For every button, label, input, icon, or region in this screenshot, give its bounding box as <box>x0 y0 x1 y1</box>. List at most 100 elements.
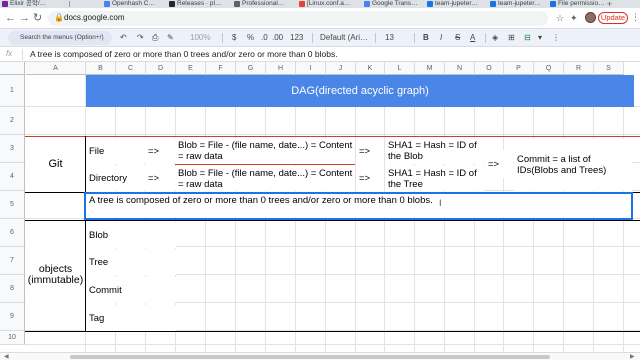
tag-cell[interactable]: Tag <box>86 305 176 331</box>
chevron-down-icon[interactable]: ▾ <box>538 32 542 44</box>
zoom-select[interactable]: 100% <box>190 32 210 44</box>
url-field[interactable]: 🔒 docs.google.com <box>48 11 548 26</box>
italic-button[interactable]: I <box>440 32 442 44</box>
browser-tab[interactable]: team-jupeter… <box>425 0 483 8</box>
search-menus-input[interactable]: Search the menus (Option+/) <box>8 31 112 45</box>
column-header[interactable]: E <box>176 62 206 75</box>
select-all-corner[interactable] <box>0 62 25 75</box>
column-header[interactable]: R <box>564 62 594 75</box>
column-header[interactable]: D <box>146 62 176 75</box>
row-header[interactable]: 5 <box>0 191 25 219</box>
back-icon[interactable]: ← <box>5 12 16 24</box>
blob-definition-cell[interactable]: Blob = File - (file name, date...) = Con… <box>175 166 355 191</box>
section-border <box>25 331 640 332</box>
row-header[interactable]: 10 <box>0 331 25 345</box>
browser-tab[interactable]: Google Trans… <box>362 0 420 8</box>
redo-icon[interactable]: ↷ <box>137 32 144 44</box>
font-size-select[interactable]: 13 <box>385 32 394 44</box>
forward-icon[interactable]: → <box>19 12 30 24</box>
undo-icon[interactable]: ↶ <box>120 32 127 44</box>
sha-blob-cell[interactable]: SHA1 = Hash = ID of the Blob <box>385 138 484 164</box>
row-header[interactable]: 8 <box>0 275 25 303</box>
tree-cell[interactable]: Tree <box>86 249 176 275</box>
fx-icon: fx <box>6 49 13 58</box>
column-header[interactable]: L <box>385 62 415 75</box>
arrow-cell[interactable]: => <box>356 166 384 191</box>
git-label-cell[interactable]: Git <box>26 137 85 191</box>
browser-tab[interactable]: Elixir 공학/… <box>0 0 68 8</box>
browser-tab[interactable]: [Linux.conf.a… <box>297 0 355 8</box>
spreadsheet-grid[interactable]: ABCDEFGHIJKLMNOPQRS 1 2 3 4 5 6 7 8 9 10 DAG(dire… <box>0 62 640 352</box>
tab-label: team-jupeter… <box>498 0 541 7</box>
currency-format-button[interactable]: $ <box>232 32 236 44</box>
column-header[interactable]: C <box>116 62 146 75</box>
extensions-icon[interactable]: ✦ <box>570 13 578 23</box>
scroll-thumb[interactable] <box>70 355 550 359</box>
commit-cell[interactable]: Commit <box>86 277 176 303</box>
directory-cell[interactable]: Directory <box>86 166 144 191</box>
horizontal-scrollbar[interactable]: ◀ ▶ <box>0 352 640 360</box>
file-cell[interactable]: File <box>86 138 144 164</box>
blob-definition-cell[interactable]: Blob = File - (file name, date...) = Con… <box>175 138 355 164</box>
column-header[interactable]: Q <box>534 62 564 75</box>
merge-cells-icon[interactable]: ⊟ <box>524 32 531 44</box>
percent-format-button[interactable]: % <box>247 32 254 44</box>
strikethrough-button[interactable]: S <box>455 32 460 44</box>
sha-tree-cell[interactable]: SHA1 = Hash = ID of the Tree <box>385 166 484 191</box>
text-color-button[interactable]: A <box>470 32 475 44</box>
bold-button[interactable]: B <box>423 32 429 44</box>
browser-tab[interactable]: Professional… <box>232 0 290 8</box>
column-header[interactable]: B <box>86 62 116 75</box>
column-header[interactable]: H <box>266 62 296 75</box>
column-header[interactable]: G <box>236 62 266 75</box>
fill-color-icon[interactable]: ◈ <box>492 32 498 44</box>
column-header[interactable]: M <box>415 62 445 75</box>
objects-label-cell[interactable]: objects (immutable) <box>26 221 85 329</box>
row-header[interactable]: 2 <box>0 107 25 135</box>
column-header[interactable]: I <box>296 62 326 75</box>
column-header[interactable]: O <box>475 62 504 75</box>
column-header[interactable]: N <box>445 62 475 75</box>
row-header[interactable]: 7 <box>0 247 25 275</box>
update-button[interactable]: Update <box>598 12 628 24</box>
arrow-cell[interactable]: => <box>145 166 174 191</box>
arrow-cell[interactable]: => <box>145 138 174 164</box>
row-header[interactable]: 6 <box>0 219 25 247</box>
row-header[interactable]: 4 <box>0 163 25 191</box>
column-header[interactable]: P <box>504 62 534 75</box>
reload-icon[interactable]: ↻ <box>33 12 42 24</box>
browser-tab[interactable]: File permissio… <box>548 0 606 8</box>
column-header[interactable]: F <box>206 62 236 75</box>
commit-definition-cell[interactable]: Commit = a list of IDs(Blobs and Trees) <box>514 139 632 191</box>
decrease-decimal-button[interactable]: .0 <box>261 32 268 44</box>
scroll-left-icon[interactable]: ◀ <box>4 353 9 360</box>
print-icon[interactable]: ⎙ <box>152 32 158 44</box>
row-header[interactable]: 9 <box>0 303 25 331</box>
browser-tab[interactable]: Releases · pl… <box>167 0 225 8</box>
row-header[interactable]: 3 <box>0 135 25 163</box>
column-header[interactable]: K <box>356 62 385 75</box>
scroll-right-icon[interactable]: ▶ <box>630 353 635 360</box>
browser-tab[interactable]: Openhash C… <box>102 0 160 8</box>
avatar[interactable] <box>585 12 596 23</box>
title-cell[interactable]: DAG(directed acyclic graph) <box>86 75 634 107</box>
blob-cell[interactable]: Blob <box>86 222 176 248</box>
increase-decimal-button[interactable]: .00 <box>272 32 283 44</box>
arrow-cell[interactable]: => <box>485 150 513 178</box>
more-options-icon[interactable]: ⋮ <box>552 32 560 44</box>
browser-menu-icon[interactable]: ⋮ <box>631 12 640 23</box>
font-family-select[interactable]: Default (Ari… <box>320 32 375 44</box>
column-header[interactable]: J <box>326 62 356 75</box>
column-header[interactable]: S <box>594 62 624 75</box>
browser-tab[interactable]: team-jupeter… <box>488 0 546 8</box>
grid-line <box>25 344 640 345</box>
number-format-select[interactable]: 123 <box>290 32 303 44</box>
formula-input[interactable]: A tree is composed of zero or more than … <box>30 49 338 59</box>
star-icon[interactable]: ☆ <box>556 13 564 23</box>
borders-icon[interactable]: ⊞ <box>508 32 515 44</box>
paint-format-icon[interactable]: ✎ <box>167 32 174 44</box>
new-tab-button[interactable]: + <box>607 0 612 8</box>
row-header[interactable]: 1 <box>0 75 25 107</box>
arrow-cell[interactable]: => <box>356 138 384 164</box>
column-header[interactable]: A <box>26 62 86 75</box>
